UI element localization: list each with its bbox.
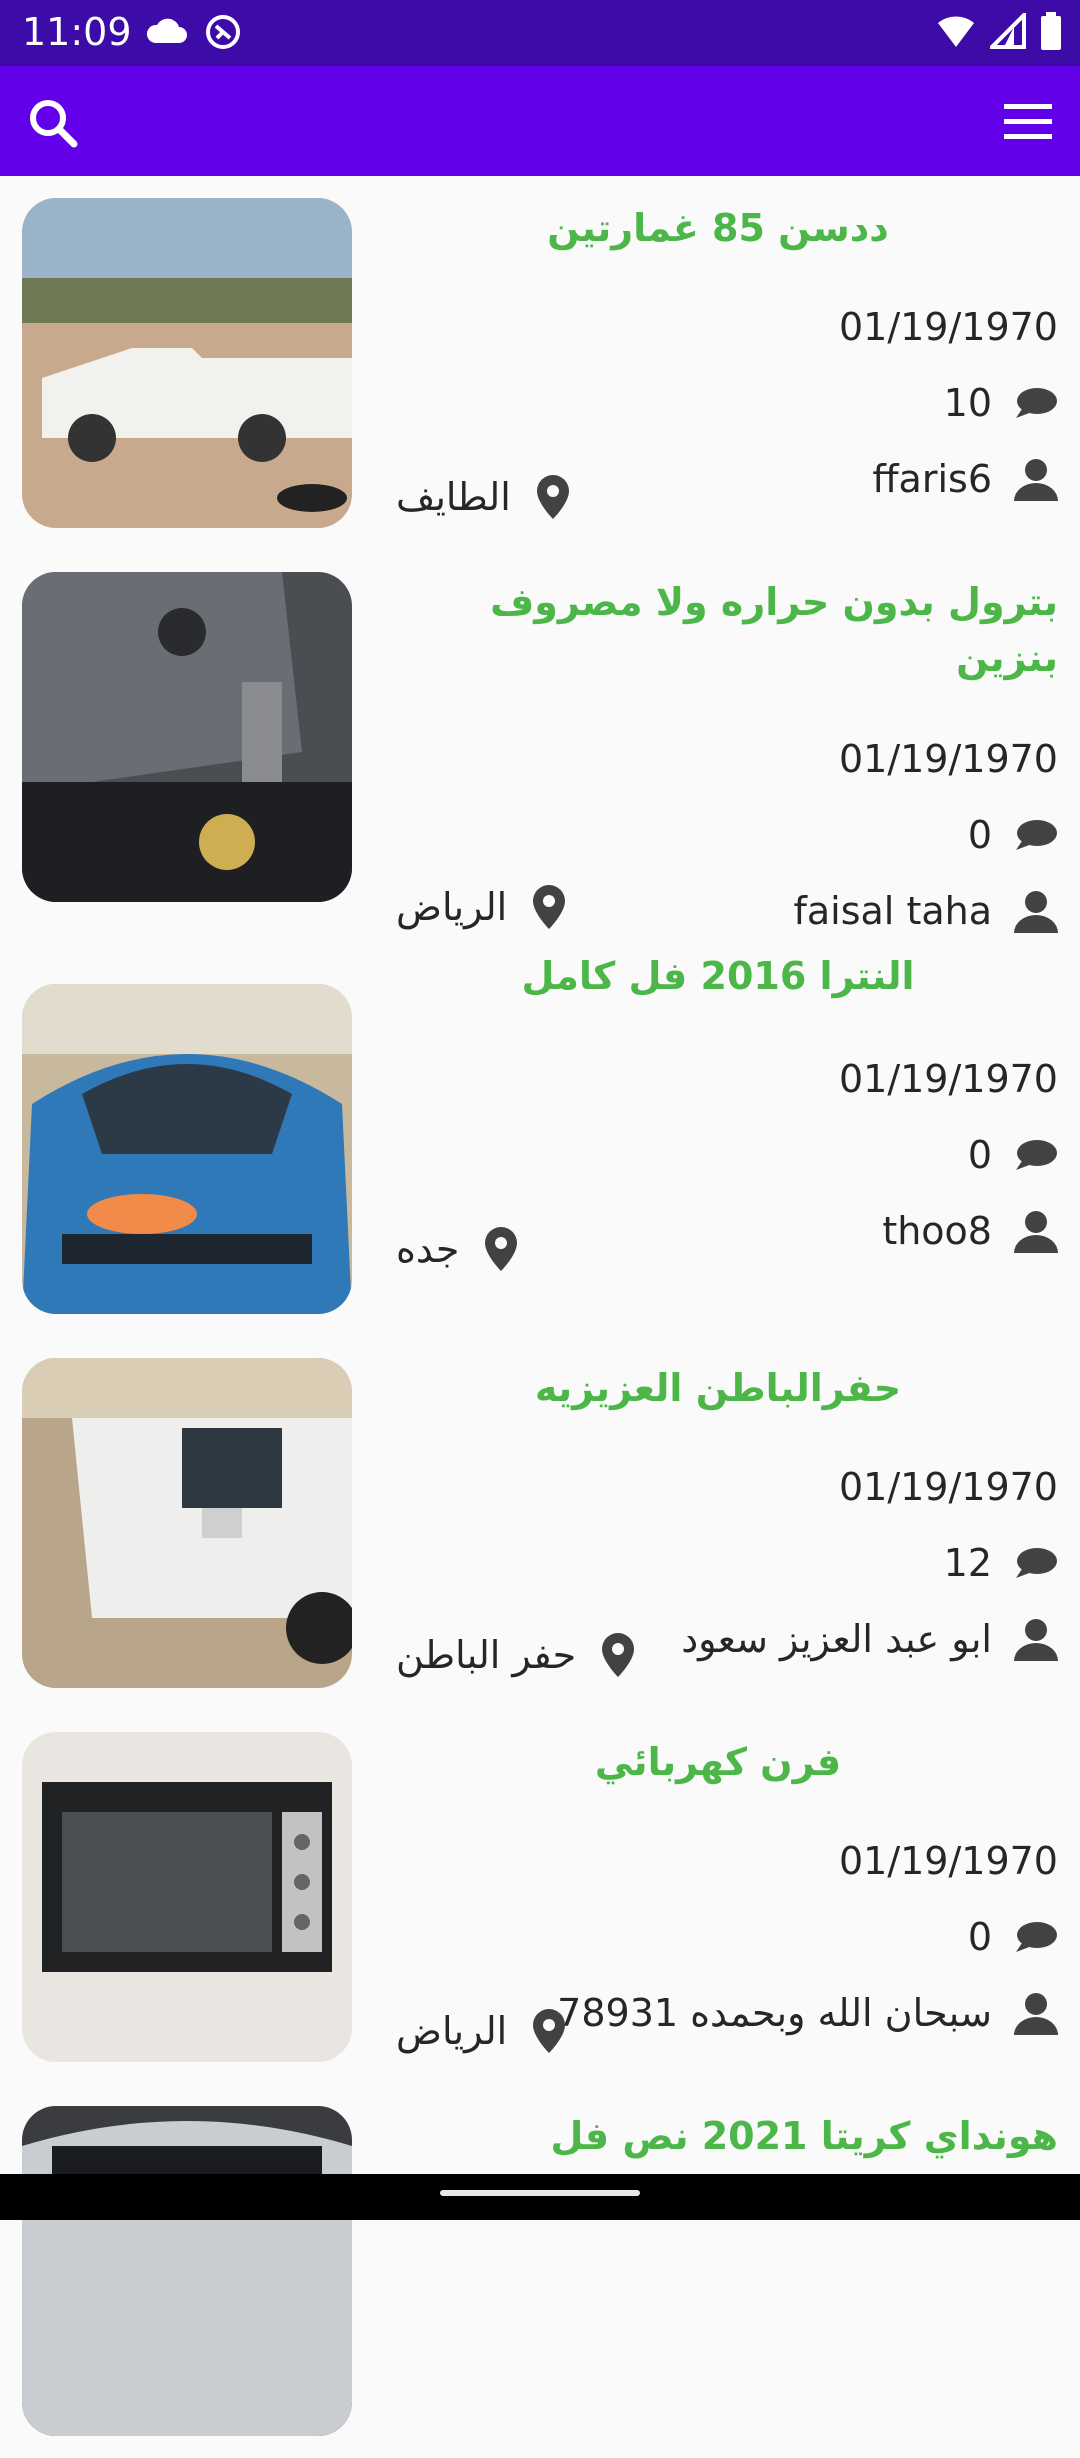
user-icon xyxy=(1014,891,1058,933)
listing-card[interactable]: النترا 2016 فل كامل 01/19/1970 0 thoo8 ج… xyxy=(0,954,1080,1336)
app-bar xyxy=(0,66,1080,176)
listing-date: 01/19/1970 xyxy=(838,1465,1058,1509)
listing-location: الطايف xyxy=(396,475,511,519)
hamburger-menu-icon[interactable] xyxy=(1002,100,1054,144)
data-saver-icon xyxy=(206,15,240,49)
listing-photo[interactable] xyxy=(22,984,352,1314)
status-time: 11:09 xyxy=(22,10,132,54)
listing-user: سبحان الله وبحمده 78931 xyxy=(557,1991,992,2035)
user-icon xyxy=(1014,1619,1058,1661)
location-pin-icon xyxy=(533,2009,566,2053)
comment-count: 0 xyxy=(967,1133,992,1177)
user-icon xyxy=(1014,1211,1058,1253)
comments-icon xyxy=(1016,1548,1057,1578)
battery-icon xyxy=(1041,12,1061,50)
comments-icon xyxy=(1016,1922,1057,1952)
listing-photo[interactable] xyxy=(22,2106,352,2436)
location-pin-icon xyxy=(602,1633,635,1677)
listing-user: faisal taha xyxy=(793,889,993,933)
listing-card[interactable]: هونداي كريتا 2021 نص فل xyxy=(0,2084,1080,2458)
location-pin-icon xyxy=(533,885,566,929)
listing-title[interactable]: هونداي كريتا 2021 نص فل xyxy=(378,2108,1058,2164)
comments-icon xyxy=(1016,388,1057,418)
home-gesture-handle[interactable] xyxy=(440,2190,640,2196)
listing-user: ابو عبد العزيز سعود xyxy=(681,1617,992,1661)
listing-title[interactable]: النترا 2016 فل كامل xyxy=(378,948,1058,1004)
comments-icon xyxy=(1016,1140,1057,1170)
comment-count: 0 xyxy=(967,1915,992,1959)
listing-photo[interactable] xyxy=(22,198,352,528)
listing-user: ffaris6 xyxy=(872,457,992,501)
location-pin-icon xyxy=(485,1227,518,1271)
listing-photo[interactable] xyxy=(22,1732,352,2062)
listing-location: حفر الباطن xyxy=(396,1633,577,1677)
listing-location: الرياض xyxy=(396,885,508,929)
listing-card[interactable]: حفرالباطن العزيزيه 01/19/1970 12 ابو عبد… xyxy=(0,1336,1080,1710)
listing-date: 01/19/1970 xyxy=(838,1839,1058,1883)
listing-card[interactable]: فرن كهربائي 01/19/1970 0 سبحان الله وبحم… xyxy=(0,1710,1080,2084)
status-bar: 11:09 xyxy=(0,0,1080,66)
cloud-icon xyxy=(146,18,187,43)
listing-photo[interactable] xyxy=(22,1358,352,1688)
listing-date: 01/19/1970 xyxy=(838,737,1058,781)
wifi-icon xyxy=(938,16,974,47)
comments-icon xyxy=(1016,820,1057,850)
listing-title[interactable]: بترول بدون حراره ولا مصروف بنزين xyxy=(378,574,1058,686)
listing-location: الرياض xyxy=(396,2009,508,2053)
listing-title[interactable]: ددسن 85 غمارتين xyxy=(378,200,1058,256)
user-icon xyxy=(1014,1993,1058,2035)
location-pin-icon xyxy=(536,475,569,519)
comment-count: 12 xyxy=(943,1541,992,1585)
comment-count: 10 xyxy=(943,381,992,425)
comment-count: 0 xyxy=(967,813,992,857)
listing-photo[interactable] xyxy=(22,572,352,902)
listing-title[interactable]: فرن كهربائي xyxy=(378,1734,1058,1790)
system-navigation-bar xyxy=(0,2174,1080,2220)
listing-card[interactable]: بترول بدون حراره ولا مصروف بنزين 01/19/1… xyxy=(0,550,1080,933)
listing-card[interactable]: ددسن 85 غمارتين 01/19/1970 10 ffaris6 ال… xyxy=(0,176,1080,550)
signal-icon xyxy=(990,13,1026,49)
user-icon xyxy=(1014,459,1058,501)
search-icon[interactable] xyxy=(26,96,82,152)
listing-location: جده xyxy=(396,1227,460,1271)
listing-date: 01/19/1970 xyxy=(838,305,1058,349)
listing-title[interactable]: حفرالباطن العزيزيه xyxy=(378,1360,1058,1416)
listing-date: 01/19/1970 xyxy=(838,1057,1058,1101)
listing-user: thoo8 xyxy=(882,1209,992,1253)
